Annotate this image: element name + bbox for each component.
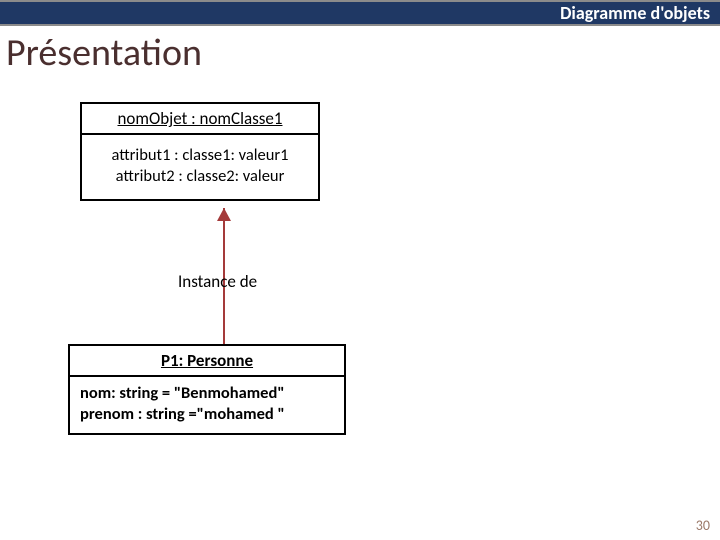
- uml-object-template: nomObjet : nomClasse1 attribut1 : classe…: [80, 102, 320, 201]
- uml-object-title-text: nomObjet : nomClasse1: [118, 108, 283, 129]
- attribute-line: prenom : string ="mohamed ": [80, 404, 334, 425]
- uml-object-instance: P1: Personne nom: string = "Benmohamed" …: [68, 344, 346, 435]
- section-title: Présentation: [0, 26, 720, 84]
- uml-object-title-text: P1: Personne: [161, 350, 253, 371]
- uml-object-title: P1: Personne: [70, 346, 344, 377]
- attribute-line: attribut2 : classe2: valeur: [92, 166, 308, 187]
- slide-header: Diagramme d'objets: [0, 0, 720, 26]
- instance-arrow-head-icon: [217, 208, 231, 221]
- page-number: 30: [696, 517, 710, 534]
- uml-object-attributes: nom: string = "Benmohamed" prenom : stri…: [70, 377, 344, 433]
- uml-object-title: nomObjet : nomClasse1: [82, 104, 318, 135]
- uml-object-attributes: attribut1 : classe1: valeur1 attribut2 :…: [82, 135, 318, 199]
- attribute-line: attribut1 : classe1: valeur1: [92, 145, 308, 166]
- instance-arrow-label: Instance de: [178, 271, 257, 292]
- header-title: Diagramme d'objets: [560, 2, 710, 24]
- attribute-line: nom: string = "Benmohamed": [80, 383, 334, 404]
